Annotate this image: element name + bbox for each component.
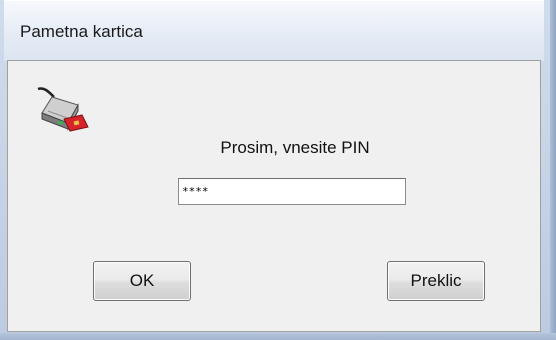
title-bar[interactable]: Pametna kartica [4,0,544,61]
dialog-window: Pametna kartica Prosim, vnesite PIN ****… [0,0,556,340]
pin-input[interactable] [178,178,406,205]
window-border-right [550,0,556,340]
ok-button[interactable]: OK [93,261,191,301]
pin-prompt-label: Prosim, vnesite PIN [220,138,370,157]
window-title: Pametna kartica [20,22,143,41]
smart-card-reader-icon [34,83,114,143]
cancel-button[interactable]: Preklic [387,261,485,301]
window-border-bottom [0,333,556,340]
dialog-body: Prosim, vnesite PIN OK Preklic [7,60,541,332]
